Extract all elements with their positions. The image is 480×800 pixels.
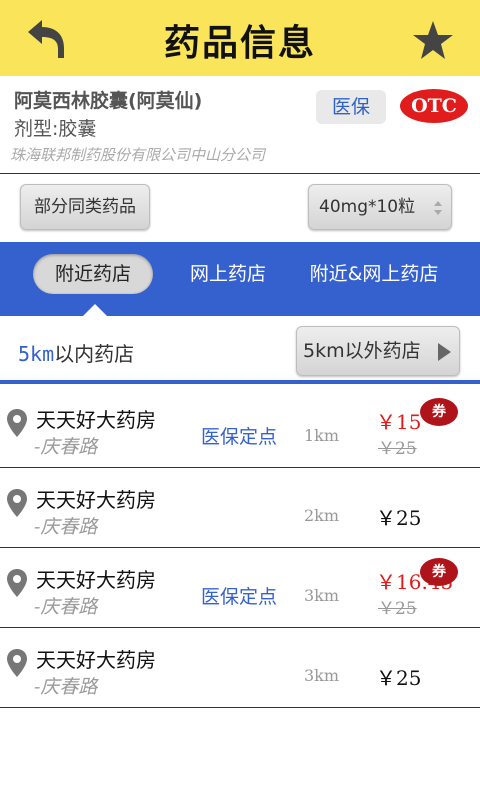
range-row: 5km以内药店 5km以外药店 xyxy=(0,316,480,384)
store-price: ￥15 xyxy=(376,410,422,434)
filter-bar: 部分同类药品 40mg*10粒 xyxy=(0,174,480,242)
original-price: ￥25 xyxy=(378,599,417,619)
list-item[interactable]: 天天好大药房 -庆春路 2km ￥25 xyxy=(0,468,480,548)
insurance-point-tag: 医保定点 xyxy=(201,426,278,448)
outer-range-label: 5km以外药店 xyxy=(303,340,421,362)
location-pin-icon xyxy=(7,489,27,517)
tab-nearby-and-online[interactable]: 附近&网上药店 xyxy=(296,254,452,294)
similar-drugs-button[interactable]: 部分同类药品 xyxy=(20,184,150,230)
active-tab-pointer xyxy=(83,304,107,316)
drug-name: 阿莫西林胶囊(阿莫仙) xyxy=(14,90,203,112)
insurance-badge: 医保 xyxy=(316,90,386,124)
store-list: 天天好大药房 -庆春路 医保定点 1km ￥15 ￥25 券 天天好大药房 -庆… xyxy=(0,388,480,708)
store-distance: 1km xyxy=(304,426,340,445)
list-item[interactable]: 天天好大药房 -庆春路 医保定点 3km ￥16.45 ￥25 券 xyxy=(0,548,480,628)
store-name: 天天好大药房 xyxy=(36,568,156,592)
drug-form: 剂型:胶囊 xyxy=(14,118,97,140)
drug-info-panel: 阿莫西林胶囊(阿莫仙) 剂型:胶囊 珠海联邦制药股份有限公司中山分公司 医保 O… xyxy=(0,76,480,174)
store-name: 天天好大药房 xyxy=(36,488,156,512)
tab-nearby[interactable]: 附近药店 xyxy=(33,254,153,294)
insurance-point-tag: 医保定点 xyxy=(201,586,278,608)
spinner-arrows-icon xyxy=(434,201,442,215)
store-price: ￥25 xyxy=(376,666,422,690)
drug-manufacturer: 珠海联邦制药股份有限公司中山分公司 xyxy=(10,146,266,164)
store-price: ￥25 xyxy=(376,506,422,530)
store-street: -庆春路 xyxy=(34,436,98,458)
location-pin-icon xyxy=(7,569,27,597)
list-item[interactable]: 天天好大药房 -庆春路 3km ￥25 xyxy=(0,628,480,708)
store-distance: 2km xyxy=(304,506,340,525)
coupon-badge: 券 xyxy=(420,398,458,426)
star-icon[interactable] xyxy=(412,20,454,60)
store-type-tabs: 附近药店 网上药店 附近&网上药店 xyxy=(0,242,480,316)
tab-online[interactable]: 网上药店 xyxy=(178,254,278,294)
inner-range-suffix: 以内药店 xyxy=(54,342,135,366)
spec-select[interactable]: 40mg*10粒 xyxy=(308,184,452,230)
location-pin-icon xyxy=(7,409,27,437)
list-item[interactable]: 天天好大药房 -庆春路 医保定点 1km ￥15 ￥25 券 xyxy=(0,388,480,468)
app-header: 药品信息 xyxy=(0,0,480,76)
location-pin-icon xyxy=(7,649,27,677)
store-distance: 3km xyxy=(304,586,340,605)
store-street: -庆春路 xyxy=(34,516,98,538)
inner-range-km: 5km xyxy=(18,342,55,366)
page-title: 药品信息 xyxy=(163,23,316,64)
play-arrow-icon xyxy=(438,343,451,361)
otc-badge: OTC xyxy=(400,89,468,123)
outer-range-button[interactable]: 5km以外药店 xyxy=(296,326,460,376)
original-price: ￥25 xyxy=(378,439,417,459)
store-street: -庆春路 xyxy=(34,676,98,698)
coupon-badge: 券 xyxy=(420,558,458,586)
store-name: 天天好大药房 xyxy=(36,648,156,672)
spec-select-value: 40mg*10粒 xyxy=(319,197,416,217)
store-distance: 3km xyxy=(304,666,340,685)
inner-range-label: 5km以内药店 xyxy=(18,338,134,367)
store-street: -庆春路 xyxy=(34,596,98,618)
store-name: 天天好大药房 xyxy=(36,408,156,432)
